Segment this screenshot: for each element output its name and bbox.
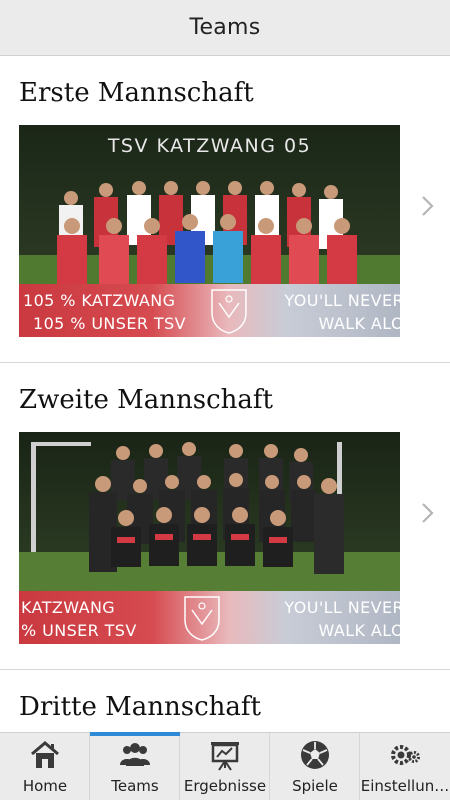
tab-home[interactable]: Home (0, 733, 90, 800)
gears-icon (391, 745, 420, 765)
tab-spiele[interactable]: Spiele (270, 733, 360, 800)
photo-title: TSV KATZWANG 05 (107, 135, 312, 157)
team-photo[interactable]: KATZWANG % UNSER TSV YOU'LL NEVER WALK A… (19, 432, 400, 644)
people-icon (120, 743, 150, 766)
banner-right-line2: WALK ALO (318, 314, 400, 333)
team-banner: KATZWANG % UNSER TSV YOU'LL NEVER WALK A… (19, 591, 400, 644)
banner-right-line1: YOU'LL NEVER (284, 291, 400, 310)
club-crest-icon (211, 289, 247, 334)
banner-left-line1: 105 % KATZWANG (23, 291, 176, 310)
team-name: Dritte Mannschaft (19, 692, 261, 722)
tab-label: Ergebnisse (183, 777, 267, 795)
bottom-tab-bar: Home Teams Ergebnisse Spiele Einstellun… (0, 732, 450, 800)
chevron-right-icon[interactable] (420, 501, 436, 525)
banner-right-text: YOU'LL NEVER WALK ALO (254, 289, 400, 335)
team-item-dritte[interactable]: Dritte Mannschaft (0, 670, 450, 732)
active-tab-indicator (90, 732, 180, 736)
banner-left-line2: 105 % UNSER TSV (33, 314, 186, 333)
house-icon (31, 741, 59, 768)
soccer-ball-icon (301, 741, 329, 769)
tab-einstellungen[interactable]: Einstellun… (360, 733, 450, 800)
tab-label: Teams (111, 777, 159, 795)
banner-right-text: YOU'LL NEVER WALK ALO (249, 596, 400, 642)
tab-ergebnisse[interactable]: Ergebnisse (180, 733, 270, 800)
tab-label: Einstellun… (360, 777, 450, 795)
team-banner: 105 % KATZWANG 105 % UNSER TSV YOU'LL NE… (19, 284, 400, 337)
tab-label: Home (22, 777, 68, 795)
team-name: Erste Mannschaft (19, 78, 254, 108)
banner-left-text: KATZWANG % UNSER TSV (21, 596, 137, 642)
team-item-zweite[interactable]: Zweite Mannschaft KATZWANG % UNSER TSV Y… (0, 363, 450, 670)
team-photo[interactable]: TSV KATZWANG 05 105 % KATZWANG 105 % UNS… (19, 125, 400, 337)
app-header: Teams (0, 0, 450, 56)
banner-left-line1: KATZWANG (21, 598, 116, 617)
banner-left-text: 105 % KATZWANG 105 % UNSER TSV (23, 289, 186, 335)
tab-label: Spiele (292, 777, 338, 795)
team-name: Zweite Mannschaft (19, 385, 273, 415)
banner-left-line2: % UNSER TSV (21, 621, 137, 640)
banner-right-line2: WALK ALO (318, 621, 400, 640)
chevron-right-icon[interactable] (420, 194, 436, 218)
presentation-board-icon (211, 742, 239, 771)
team-item-erste[interactable]: Erste Mannschaft TSV KATZWANG 05 105 % K… (0, 56, 450, 363)
page-title: Teams (189, 15, 261, 40)
tab-teams[interactable]: Teams (90, 732, 180, 800)
banner-right-line1: YOU'LL NEVER (284, 598, 400, 617)
club-crest-icon (184, 596, 220, 641)
teams-list[interactable]: Erste Mannschaft TSV KATZWANG 05 105 % K… (0, 56, 450, 732)
